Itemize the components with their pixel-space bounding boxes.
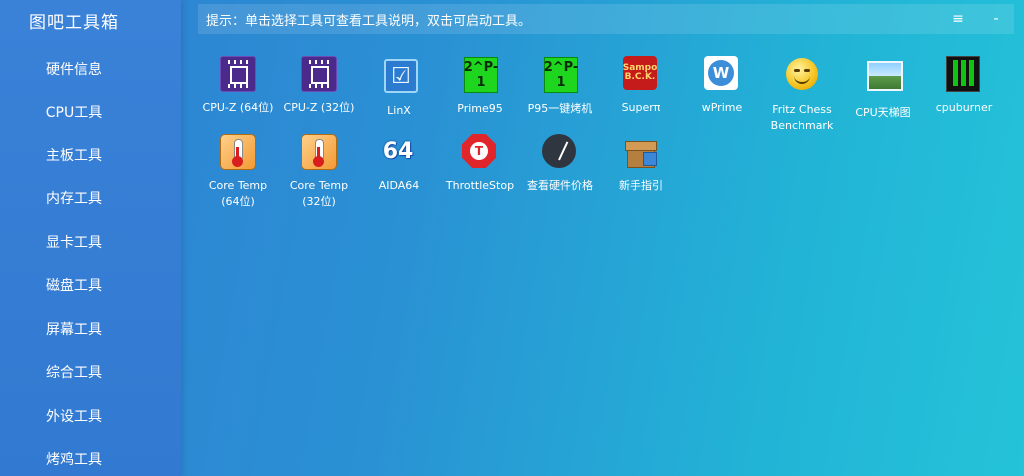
tool-throttlestop[interactable]: T ThrottleStop (440, 134, 520, 194)
linx-check-icon: ☑ (381, 59, 418, 95)
tool-label: AIDA64 (378, 179, 420, 192)
tool-label: CPU-Z (32位) (283, 101, 355, 114)
tool-cpuburner[interactable]: cpuburner (924, 56, 1004, 116)
tool-label: P95一键烤机 (527, 102, 593, 115)
aida64-glyph: 64 (382, 138, 414, 164)
tool-label: Prime95 (457, 102, 503, 115)
tool-wprime[interactable]: W wPrime (682, 56, 762, 116)
tool-label: CPU-Z (64位) (202, 101, 274, 114)
sidebar-item-graphics-tools[interactable]: 显卡工具 (0, 231, 148, 255)
tool-label: ThrottleStop (445, 179, 515, 192)
sidebar-item-cpu-tools[interactable]: CPU工具 (0, 101, 148, 125)
sidebar-item-disk-tools[interactable]: 磁盘工具 (0, 274, 148, 298)
aida64-icon: 64 (381, 134, 417, 170)
price-dial-icon (542, 134, 578, 170)
prime95-icon: 2^P-1 (542, 57, 578, 93)
cpuburner-icon (946, 56, 982, 92)
tool-prime95[interactable]: 2^P-1 Prime95 (440, 56, 520, 117)
hint-text: 提示：单击选择工具可查看工具说明，双击可启动工具。 (206, 14, 532, 29)
sidebar-item-peripheral-tools[interactable]: 外设工具 (0, 405, 148, 429)
tool-superpi[interactable]: Sampo B.C.K. Superπ (601, 56, 681, 116)
tool-p95-one-click[interactable]: 2^P-1 P95一键烤机 (520, 56, 600, 117)
minimize-button[interactable]: - (986, 9, 1006, 29)
tool-fritz-chess-benchmark[interactable]: Fritz Chess Benchmark (762, 56, 842, 134)
stop-sign-glyph: T (470, 142, 488, 160)
linx-check-glyph: ☑ (384, 59, 418, 93)
tool-cpu-ladder[interactable]: CPU天梯图 (843, 56, 923, 121)
prime95-glyph: 2^P-1 (544, 57, 578, 93)
sidebar-item-hardware-info[interactable]: 硬件信息 (0, 58, 148, 82)
thermometer-icon (301, 134, 337, 170)
prime95-icon: 2^P-1 (462, 57, 498, 93)
wprime-glyph: W (708, 60, 734, 86)
tool-hardware-price[interactable]: 查看硬件价格 (520, 134, 600, 194)
app-title: 图吧工具箱 (29, 13, 119, 33)
hint-bar: 提示：单击选择工具可查看工具说明，双击可启动工具。 ≡ - (198, 4, 1014, 34)
thermometer-icon (220, 134, 256, 170)
tool-label: CPU天梯图 (855, 106, 911, 119)
menu-button[interactable]: ≡ (948, 9, 968, 29)
superpi-glyph: Sampo B.C.K. (623, 56, 657, 90)
tool-linx[interactable]: ☑ LinX (359, 56, 439, 119)
prime95-glyph: 2^P-1 (464, 57, 498, 93)
sidebar-item-screen-tools[interactable]: 屏幕工具 (0, 318, 148, 342)
tool-label: Core Temp (64位) (208, 179, 268, 208)
superpi-icon: Sampo B.C.K. (623, 56, 659, 92)
tool-label: Core Temp (32位) (289, 179, 349, 208)
sidebar-item-motherboard-tools[interactable]: 主板工具 (0, 144, 148, 168)
cpu-z-chip-icon (220, 56, 256, 92)
package-icon (623, 134, 659, 170)
tool-label: Fritz Chess Benchmark (770, 103, 834, 132)
sidebar-item-comprehensive-tools[interactable]: 综合工具 (0, 361, 148, 385)
cpu-z-chip-icon (301, 56, 337, 92)
tool-label: cpuburner (935, 101, 993, 114)
sidebar: 图吧工具箱 硬件信息 CPU工具 主板工具 内存工具 显卡工具 磁盘工具 屏幕工… (0, 0, 181, 476)
smiley-icon (784, 58, 820, 94)
tool-cpu-z-64[interactable]: CPU-Z (64位) (198, 56, 278, 116)
tool-beginner-guide[interactable]: 新手指引 (601, 134, 681, 194)
sidebar-item-stress-test-tools[interactable]: 烤鸡工具 (0, 448, 148, 472)
tool-core-temp-64[interactable]: Core Temp (64位) (198, 134, 278, 210)
tool-aida64[interactable]: 64 AIDA64 (359, 134, 439, 194)
tool-label: wPrime (701, 101, 743, 114)
sidebar-item-memory-tools[interactable]: 内存工具 (0, 187, 148, 211)
stop-sign-icon: T (462, 134, 498, 170)
wprime-icon: W (704, 56, 740, 92)
tool-label: 查看硬件价格 (527, 179, 593, 192)
tool-label: LinX (387, 104, 411, 117)
tool-label: 新手指引 (619, 179, 663, 192)
tool-label: Superπ (621, 101, 661, 114)
tool-core-temp-32[interactable]: Core Temp (32位) (279, 134, 359, 210)
tool-cpu-z-32[interactable]: CPU-Z (32位) (279, 56, 359, 116)
picture-icon (865, 61, 903, 97)
